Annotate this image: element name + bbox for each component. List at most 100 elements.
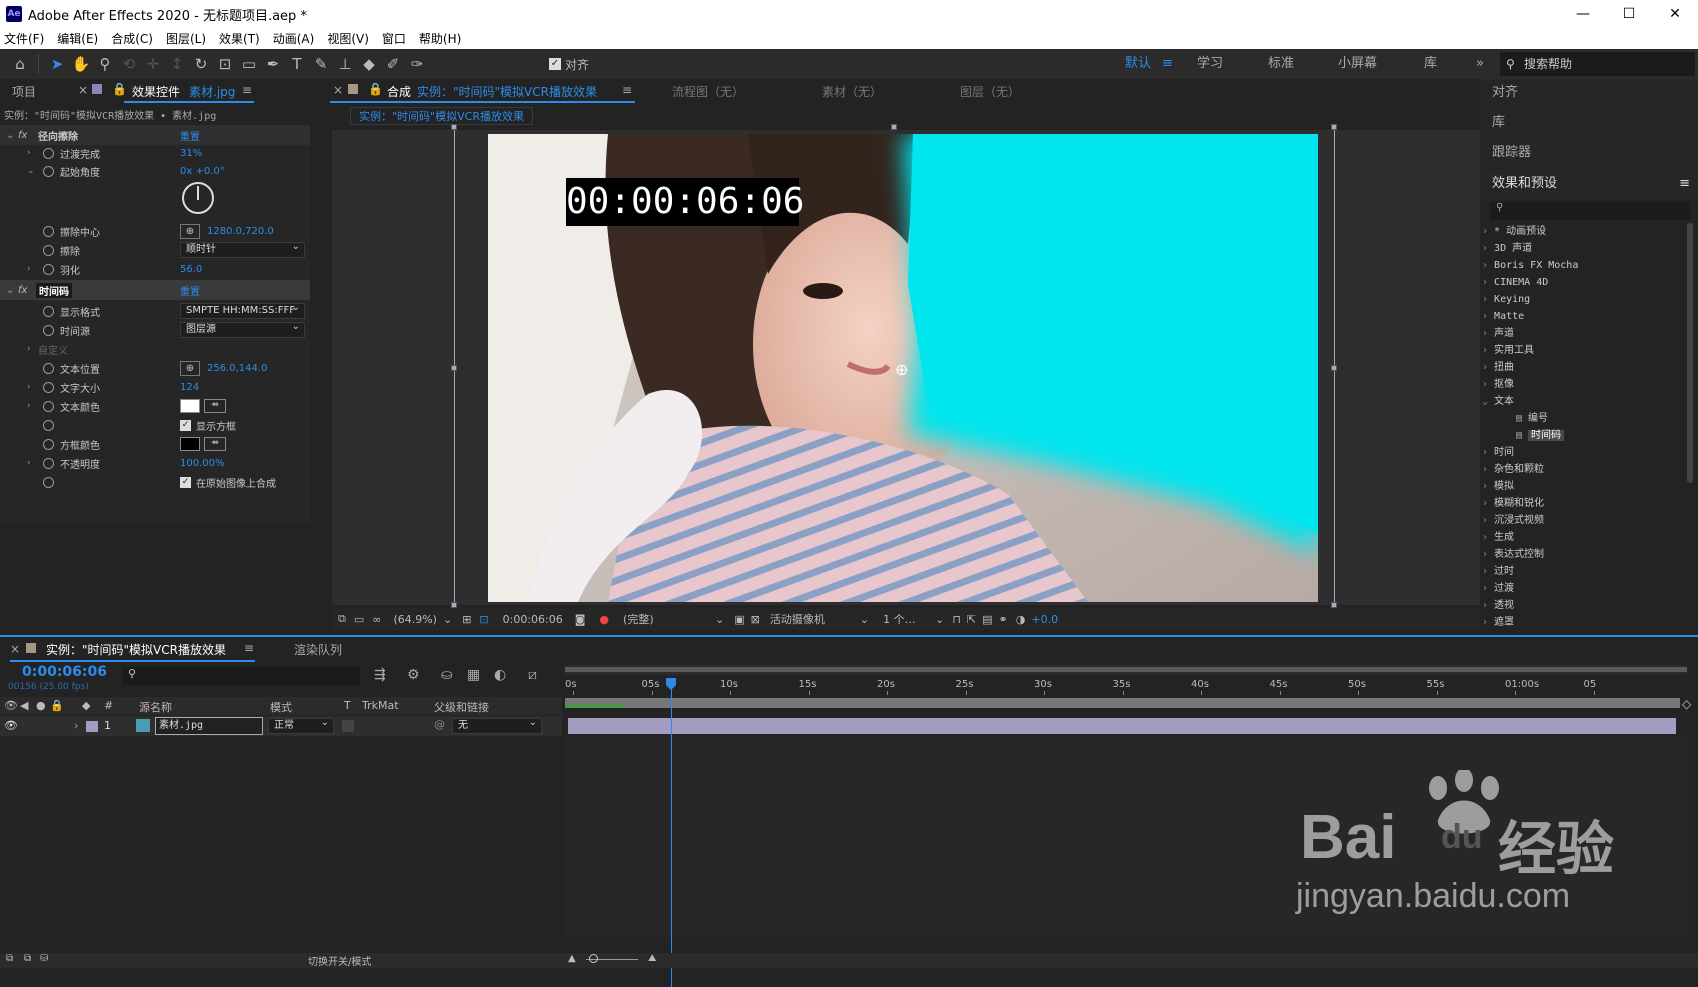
layer-label-color[interactable] (86, 721, 98, 732)
stopwatch-icon[interactable] (43, 400, 54, 412)
list-item[interactable]: › 生成 (1482, 529, 1682, 546)
chevron-down-icon[interactable]: ⌄ (6, 130, 14, 141)
menu-edit[interactable]: 编辑(E) (57, 30, 98, 47)
camera-dropdown[interactable]: 活动摄像机 (770, 611, 860, 627)
resolution-dropdown[interactable]: (完整) (623, 611, 713, 627)
chevron-down-icon[interactable]: ⌄ (715, 613, 724, 626)
monitor-icon[interactable]: ▭ (354, 613, 364, 626)
crosshair-icon[interactable]: ⊕ (180, 360, 200, 376)
chevron-right-icon[interactable]: › (27, 264, 31, 274)
lock-icon[interactable]: 🔒 (112, 82, 127, 96)
eye-icon[interactable]: 👁 (4, 699, 18, 712)
visibility-eye-icon[interactable]: 👁 (4, 719, 18, 732)
toggle-switches-modes[interactable]: 切换开关/模式 (308, 953, 371, 968)
prop-value[interactable]: 0x +0.0° (180, 166, 225, 177)
prop-value[interactable]: 256.0,144.0 (207, 363, 267, 374)
chevron-right-icon[interactable]: › (27, 458, 31, 468)
transfer-controls-icon[interactable]: ⧉ (24, 953, 31, 964)
solo-icon[interactable]: ● (36, 699, 46, 712)
crosshair-icon[interactable]: ⊕ (180, 223, 200, 239)
stopwatch-icon[interactable] (43, 165, 54, 177)
draft-3d-icon[interactable]: ⚙ (407, 667, 420, 683)
list-item[interactable]: › 杂色和颗粒 (1482, 461, 1682, 478)
stopwatch-icon[interactable] (43, 147, 54, 159)
exposure-icon[interactable]: ◑ (1016, 613, 1026, 626)
tab-flowchart[interactable]: 流程图（无） (672, 83, 744, 100)
audio-icon[interactable]: ◀ (20, 699, 28, 712)
fast-preview-icon[interactable]: ▣ (734, 613, 744, 626)
stopwatch-icon[interactable] (43, 419, 54, 431)
composite-original-checkbox[interactable]: ✓ (180, 476, 191, 488)
eraser-tool-icon[interactable]: ◆ (357, 52, 381, 76)
tab-timeline-comp[interactable]: 实例："时间码"模拟VCR播放效果 (46, 641, 226, 658)
tab-close-icon[interactable]: × (10, 642, 20, 656)
timeline-icon[interactable]: ▤ (982, 613, 992, 626)
panel-menu-icon[interactable]: ≡ (244, 641, 254, 655)
snapshot-icon[interactable]: ◙ (575, 613, 586, 626)
pick-whip-icon[interactable]: @ (434, 718, 445, 731)
lock-icon[interactable]: 🔒 (368, 82, 383, 96)
mask-visibility-icon[interactable]: ∞ (372, 613, 381, 626)
wipe-direction-dropdown[interactable]: 顺时针 (180, 240, 305, 258)
panel-menu-icon[interactable]: ≡ (622, 83, 632, 97)
close-button[interactable]: ✕ (1652, 0, 1698, 28)
flowchart-icon[interactable]: ⚭ (999, 613, 1008, 626)
menu-file[interactable]: 文件(F) (4, 30, 44, 47)
work-area[interactable] (565, 698, 1680, 708)
stopwatch-icon[interactable] (43, 305, 54, 317)
eyedropper-icon[interactable]: ⇴ (204, 437, 226, 451)
home-icon[interactable]: ⌂ (8, 52, 32, 76)
stopwatch-icon[interactable] (43, 225, 54, 237)
chevron-right-icon[interactable]: › (27, 401, 31, 411)
stopwatch-icon[interactable] (43, 457, 54, 469)
tab-footage[interactable]: 素材（无） (822, 83, 882, 100)
menu-view[interactable]: 视图(V) (327, 30, 369, 47)
list-item[interactable]: › 时间 (1482, 444, 1682, 461)
workspace-menu-icon[interactable]: ≡ (1162, 49, 1173, 79)
list-item[interactable]: › 遮罩 (1482, 614, 1682, 631)
transform-handle[interactable] (1331, 124, 1337, 130)
list-item[interactable]: › 表达式控制 (1482, 546, 1682, 563)
zoom-tool-icon[interactable]: ⚲ (93, 52, 117, 76)
in-out-icon[interactable]: ⛁ (40, 953, 48, 964)
menu-window[interactable]: 窗口 (382, 30, 406, 47)
chevron-down-icon[interactable]: ⌄ (935, 613, 944, 626)
effects-scrollbar[interactable] (1687, 223, 1693, 483)
prop-value[interactable]: 56.0 (180, 264, 202, 275)
work-area-bar[interactable] (565, 665, 1687, 675)
orbit-camera-icon[interactable]: ⟲ (117, 52, 141, 76)
effect-header-radial-wipe[interactable]: ⌄ fx 径向擦除 重置 (0, 125, 310, 145)
list-item[interactable]: › 沉浸式视频 (1482, 512, 1682, 529)
list-item[interactable]: › 实用工具 (1482, 342, 1682, 359)
list-item[interactable]: › 扭曲 (1482, 359, 1682, 376)
layer-switches-icon[interactable]: ⧉ (6, 953, 13, 964)
rotate-tool-icon[interactable]: ↻ (189, 52, 213, 76)
brush-tool-icon[interactable]: ✎ (309, 52, 333, 76)
list-item[interactable]: ⌄ 文本 (1482, 393, 1682, 410)
list-item[interactable]: › 3D 声道 (1482, 240, 1682, 257)
list-item[interactable]: › Matte (1482, 308, 1682, 325)
zoom-slider-handle[interactable] (589, 954, 598, 963)
text-tool-icon[interactable]: T (285, 52, 309, 76)
effects-search-input[interactable]: ⚲ (1490, 202, 1690, 220)
stopwatch-icon[interactable] (43, 362, 54, 374)
reset-link[interactable]: 重置 (180, 283, 200, 298)
list-item[interactable]: › Boris FX Mocha (1482, 257, 1682, 274)
layer-duration-bar[interactable] (568, 718, 1676, 734)
graph-editor-icon[interactable]: ⧄ (528, 667, 537, 683)
tab-composition[interactable]: 合成 (387, 83, 411, 100)
workspace-learn[interactable]: 学习 (1197, 49, 1223, 79)
tab-layer[interactable]: 图层（无） (960, 83, 1020, 100)
transform-handle[interactable] (1331, 365, 1337, 371)
puppet-pin-icon[interactable]: ✑ (405, 52, 429, 76)
workspace-standard[interactable]: 标准 (1268, 49, 1294, 79)
layer-name-field[interactable]: 素材.jpg (155, 717, 263, 735)
comp-end-marker[interactable]: ◇ (1682, 697, 1691, 711)
angle-dial[interactable] (182, 182, 214, 214)
tab-effect-controls[interactable]: 效果控件 (132, 83, 180, 100)
motion-blur-icon[interactable]: ◐ (494, 667, 506, 683)
panel-tracker[interactable]: 跟踪器 (1480, 139, 1698, 167)
stopwatch-icon[interactable] (43, 476, 54, 488)
transform-handle[interactable] (451, 124, 457, 130)
menu-layer[interactable]: 图层(L) (166, 30, 206, 47)
